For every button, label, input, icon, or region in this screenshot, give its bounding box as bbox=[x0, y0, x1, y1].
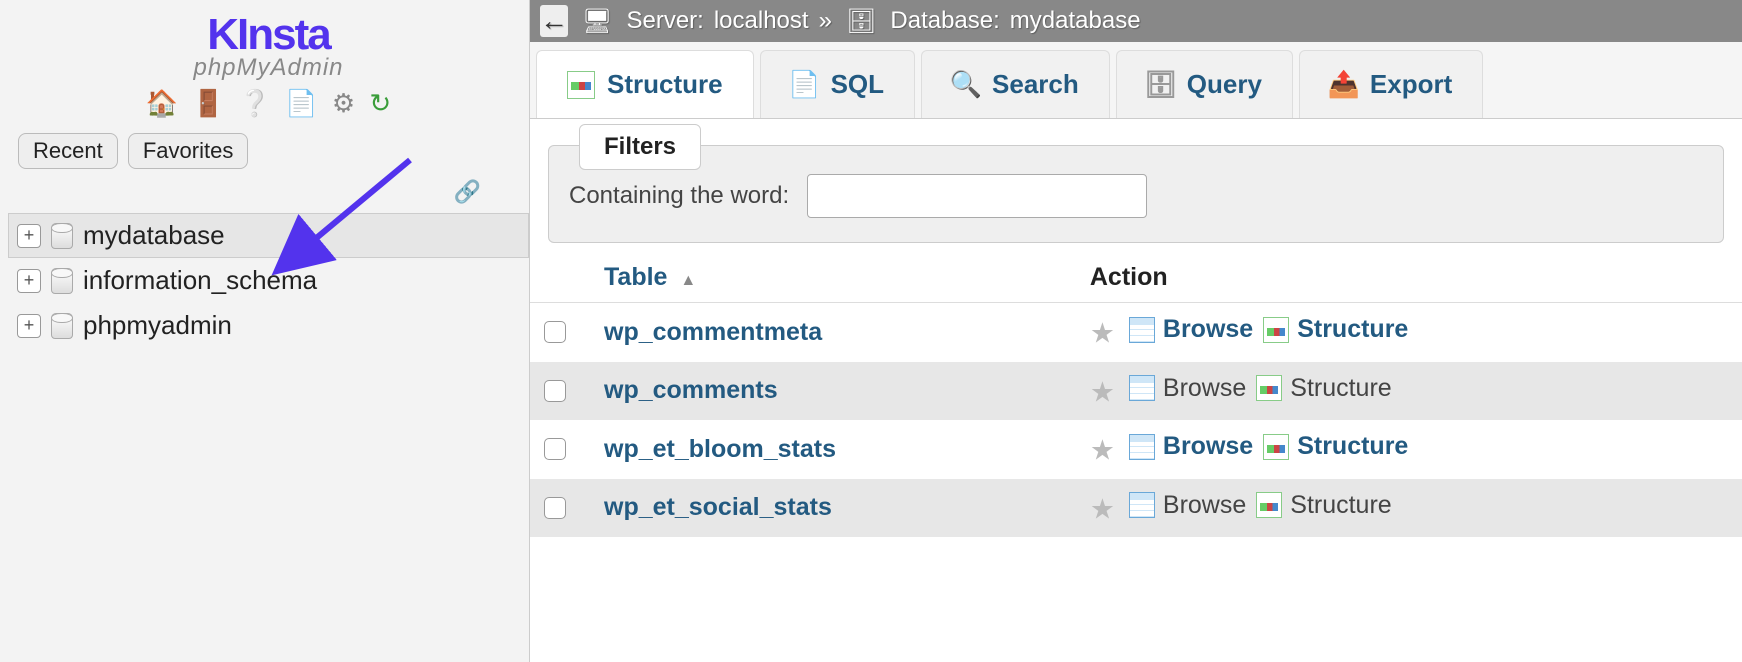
table-row: wp_et_bloom_stats ★ Browse Structure bbox=[530, 420, 1742, 479]
browse-action[interactable]: Browse bbox=[1129, 432, 1253, 461]
filters-section: Filters Containing the word: bbox=[530, 119, 1742, 253]
db-label: phpmyadmin bbox=[83, 310, 232, 341]
browse-icon bbox=[1129, 375, 1155, 401]
browse-icon bbox=[1129, 317, 1155, 343]
table-name-link[interactable]: wp_et_social_stats bbox=[604, 493, 832, 521]
database-icon bbox=[51, 268, 73, 294]
back-button[interactable]: ← bbox=[540, 5, 568, 37]
browse-action[interactable]: Browse bbox=[1129, 374, 1246, 403]
server-icon: 🖥 bbox=[582, 7, 612, 36]
db-label: Database: bbox=[890, 7, 999, 35]
structure-icon bbox=[1256, 492, 1282, 518]
db-label: information_schema bbox=[83, 265, 317, 296]
tab-query[interactable]: 🗄 Query bbox=[1116, 50, 1293, 118]
browse-action[interactable]: Browse bbox=[1129, 315, 1253, 344]
favorites-button[interactable]: Favorites bbox=[128, 133, 248, 169]
db-item-information-schema[interactable]: + information_schema bbox=[8, 258, 529, 303]
row-checkbox[interactable] bbox=[544, 380, 566, 402]
tab-label: Search bbox=[992, 69, 1079, 100]
tab-label: Query bbox=[1187, 69, 1262, 100]
db-item-mydatabase[interactable]: + mydatabase bbox=[8, 213, 529, 258]
breadcrumb-sep: » bbox=[819, 7, 832, 35]
row-checkbox[interactable] bbox=[544, 321, 566, 343]
db-value[interactable]: mydatabase bbox=[1010, 7, 1141, 35]
logo-brand: KInsta bbox=[8, 10, 529, 60]
sidebar-tab-row: Recent Favorites bbox=[18, 133, 529, 169]
table-row: wp_commentmeta ★ Browse Structure bbox=[530, 303, 1742, 362]
link-icon[interactable]: 🔗 bbox=[8, 179, 529, 205]
structure-action[interactable]: Structure bbox=[1256, 374, 1391, 403]
database-icon bbox=[51, 223, 73, 249]
breadcrumb: ← 🖥 Server: localhost » 🗄 Database: myda… bbox=[530, 0, 1742, 42]
db-item-phpmyadmin[interactable]: + phpmyadmin bbox=[8, 303, 529, 348]
col-table[interactable]: Table ▲ bbox=[590, 253, 1076, 303]
tab-label: Export bbox=[1370, 69, 1452, 100]
table-row: wp_et_social_stats ★ Browse Structure bbox=[530, 479, 1742, 538]
docs-icon[interactable]: 📄 bbox=[285, 88, 317, 119]
logo: KInsta phpMyAdmin bbox=[8, 10, 529, 82]
tab-structure[interactable]: Structure bbox=[536, 50, 754, 118]
table-name-link[interactable]: wp_comments bbox=[604, 376, 778, 404]
structure-icon bbox=[1263, 317, 1289, 343]
favorite-star-icon[interactable]: ★ bbox=[1090, 376, 1115, 407]
table-name-link[interactable]: wp_commentmeta bbox=[604, 318, 822, 346]
filters-title: Filters bbox=[579, 124, 701, 170]
database-icon bbox=[51, 313, 73, 339]
main-tabs: Structure 📄 SQL 🔍 Search 🗄 Query 📤 Expor… bbox=[530, 42, 1742, 119]
tab-label: Structure bbox=[607, 69, 723, 100]
help-icon[interactable]: ❔ bbox=[239, 88, 271, 119]
server-label: Server: bbox=[626, 7, 703, 35]
expand-icon[interactable]: + bbox=[17, 224, 41, 248]
sql-icon: 📄 bbox=[791, 71, 819, 99]
structure-action[interactable]: Structure bbox=[1263, 432, 1408, 461]
database-icon: 🗄 bbox=[846, 7, 876, 36]
tab-export[interactable]: 📤 Export bbox=[1299, 50, 1483, 118]
tab-search[interactable]: 🔍 Search bbox=[921, 50, 1110, 118]
filter-label: Containing the word: bbox=[569, 182, 789, 210]
col-table-label: Table bbox=[604, 263, 667, 291]
tab-sql[interactable]: 📄 SQL bbox=[760, 50, 915, 118]
sidebar: KInsta phpMyAdmin 🏠 🚪 ❔ 📄 ⚙ ↻ Recent Fav… bbox=[0, 0, 530, 662]
browse-icon bbox=[1129, 492, 1155, 518]
col-action: Action bbox=[1076, 253, 1742, 303]
favorite-star-icon[interactable]: ★ bbox=[1090, 318, 1115, 349]
favorite-star-icon[interactable]: ★ bbox=[1090, 493, 1115, 524]
row-checkbox[interactable] bbox=[544, 438, 566, 460]
settings-icon[interactable]: ⚙ bbox=[332, 88, 355, 119]
logout-icon[interactable]: 🚪 bbox=[192, 88, 224, 119]
expand-icon[interactable]: + bbox=[17, 314, 41, 338]
sidebar-toolbar: 🏠 🚪 ❔ 📄 ⚙ ↻ bbox=[8, 88, 529, 119]
favorite-star-icon[interactable]: ★ bbox=[1090, 435, 1115, 466]
sort-asc-icon: ▲ bbox=[680, 272, 696, 289]
query-icon: 🗄 bbox=[1147, 71, 1175, 99]
search-icon: 🔍 bbox=[952, 71, 980, 99]
tab-label: SQL bbox=[831, 69, 884, 100]
structure-icon bbox=[1263, 434, 1289, 460]
row-checkbox[interactable] bbox=[544, 497, 566, 519]
structure-icon bbox=[567, 71, 595, 99]
db-label: mydatabase bbox=[83, 220, 225, 251]
export-icon: 📤 bbox=[1330, 71, 1358, 99]
expand-icon[interactable]: + bbox=[17, 269, 41, 293]
browse-icon bbox=[1129, 434, 1155, 460]
table-name-link[interactable]: wp_et_bloom_stats bbox=[604, 435, 836, 463]
server-value[interactable]: localhost bbox=[714, 7, 809, 35]
recent-button[interactable]: Recent bbox=[18, 133, 118, 169]
reload-icon[interactable]: ↻ bbox=[369, 88, 391, 119]
home-icon[interactable]: 🏠 bbox=[146, 88, 178, 119]
structure-action[interactable]: Structure bbox=[1256, 491, 1391, 520]
structure-action[interactable]: Structure bbox=[1263, 315, 1408, 344]
table-row: wp_comments ★ Browse Structure bbox=[530, 362, 1742, 421]
browse-action[interactable]: Browse bbox=[1129, 491, 1246, 520]
main-panel: ← 🖥 Server: localhost » 🗄 Database: myda… bbox=[530, 0, 1742, 662]
database-tree: + mydatabase + information_schema + phpm… bbox=[8, 213, 529, 348]
logo-subtitle: phpMyAdmin bbox=[8, 54, 529, 82]
tables-list: Table ▲ Action wp_commentmeta★ BrowseStr… bbox=[530, 253, 1742, 537]
structure-icon bbox=[1256, 375, 1282, 401]
filter-input[interactable] bbox=[807, 174, 1147, 218]
